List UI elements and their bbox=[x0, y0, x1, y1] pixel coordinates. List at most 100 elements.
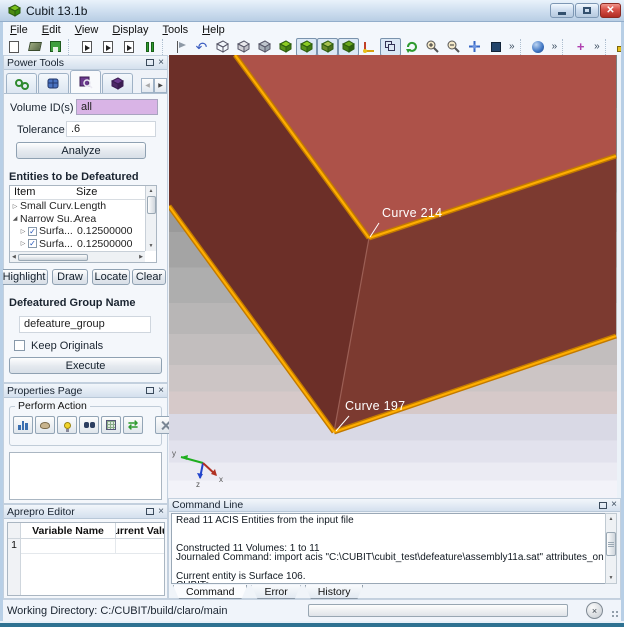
power-tools-header[interactable]: Power Tools × bbox=[4, 56, 167, 70]
axis-toggle-icon[interactable] bbox=[359, 38, 380, 56]
console-output[interactable]: Read 11 ACIS Entities from the input fil… bbox=[171, 513, 607, 584]
column-variable-name[interactable]: Variable Name bbox=[21, 523, 116, 538]
close-panel-icon[interactable]: × bbox=[158, 386, 164, 396]
vertex-overflow-icon[interactable]: » bbox=[591, 41, 603, 52]
scroll-up-icon[interactable]: ▲ bbox=[149, 186, 154, 196]
close-panel-icon[interactable]: × bbox=[611, 500, 617, 510]
table-horizontal-scrollbar[interactable]: ◀ ▶ bbox=[10, 251, 145, 262]
view-wireframe-icon[interactable] bbox=[212, 38, 233, 56]
close-button[interactable]: ✕ bbox=[600, 3, 621, 18]
tab-scroll-left[interactable]: ◀ bbox=[141, 78, 154, 93]
console-scrollbar[interactable]: ▲ ▼ bbox=[605, 513, 617, 584]
graphics-viewport[interactable]: x y z Curve 214 Curve 197 bbox=[169, 55, 617, 498]
collapsed-expander-icon[interactable]: ▷ bbox=[10, 203, 20, 210]
expanded-expander-icon[interactable]: ◢ bbox=[10, 215, 20, 222]
mesh-grid-icon[interactable] bbox=[101, 416, 121, 434]
execute-button[interactable]: Execute bbox=[9, 357, 162, 374]
row-number[interactable]: 1 bbox=[8, 539, 21, 595]
view-meshed-icon[interactable] bbox=[317, 38, 338, 56]
collapsed-expander-icon[interactable]: ▷ bbox=[18, 228, 28, 235]
row-checkbox[interactable]: ✓ bbox=[28, 239, 37, 248]
open-file-icon[interactable] bbox=[24, 38, 45, 56]
pan-icon[interactable] bbox=[464, 38, 485, 56]
scroll-right-icon[interactable]: ▶ bbox=[139, 252, 145, 262]
tolerance-input[interactable]: .6 bbox=[66, 121, 156, 137]
value-cell[interactable] bbox=[116, 539, 164, 554]
table-vertical-scrollbar[interactable]: ▲ ▼ bbox=[145, 186, 156, 251]
table-row[interactable]: ▷ ✓ Surfa... 0.12500000 bbox=[10, 225, 156, 238]
scroll-down-icon[interactable]: ▼ bbox=[149, 241, 154, 251]
volume-id-input[interactable]: all bbox=[76, 99, 158, 115]
scroll-left-icon[interactable]: ◀ bbox=[10, 252, 16, 262]
close-panel-icon[interactable]: × bbox=[158, 58, 164, 68]
maximize-button[interactable] bbox=[575, 3, 599, 18]
aprepro-table[interactable]: Variable Name Current Value 1 bbox=[7, 522, 165, 596]
view-hiddenline-icon[interactable] bbox=[233, 38, 254, 56]
geometry-sphere-icon[interactable] bbox=[528, 38, 549, 56]
properties-content-area[interactable] bbox=[9, 452, 162, 500]
float-panel-icon[interactable] bbox=[599, 502, 607, 509]
highlight-button[interactable]: Highlight bbox=[0, 269, 48, 285]
zoom-in-icon[interactable] bbox=[422, 38, 443, 56]
lightbulb-icon[interactable] bbox=[57, 416, 77, 434]
menu-view[interactable]: View bbox=[68, 24, 106, 36]
keep-originals-checkbox[interactable] bbox=[14, 340, 25, 351]
journal-editor-icon[interactable] bbox=[76, 38, 97, 56]
view-transparent-icon[interactable] bbox=[254, 38, 275, 56]
new-file-icon[interactable] bbox=[3, 38, 24, 56]
scroll-thumb[interactable] bbox=[147, 196, 156, 214]
scroll-thumb[interactable] bbox=[606, 532, 616, 556]
menu-display[interactable]: Display bbox=[105, 24, 155, 36]
properties-page-header[interactable]: Properties Page × bbox=[4, 384, 167, 398]
view-smoothshade-icon[interactable] bbox=[296, 38, 317, 56]
tab-defeature-tool[interactable] bbox=[70, 70, 101, 93]
aprepro-editor-header[interactable]: Aprepro Editor × bbox=[4, 505, 167, 519]
geometry-overflow-icon[interactable]: » bbox=[549, 41, 561, 52]
menu-file[interactable]: File bbox=[3, 24, 35, 36]
entities-table[interactable]: Item Size ▷ Small Curv... Length ◢ Narro… bbox=[9, 185, 157, 263]
sync-icon[interactable]: ⇄ bbox=[123, 416, 143, 434]
tab-mesh-tool[interactable] bbox=[38, 73, 69, 93]
column-current-value[interactable]: Current Value bbox=[116, 523, 164, 538]
tab-error[interactable]: Error bbox=[251, 585, 300, 599]
view-composite-icon[interactable] bbox=[338, 38, 359, 56]
copy-view-icon[interactable] bbox=[380, 38, 401, 56]
flag-icon[interactable] bbox=[170, 38, 191, 56]
collapsed-expander-icon[interactable]: ▷ bbox=[18, 240, 28, 247]
pause-icon[interactable] bbox=[139, 38, 160, 56]
menu-edit[interactable]: Edit bbox=[35, 24, 68, 36]
toolbar-overflow-icon[interactable]: » bbox=[506, 41, 518, 52]
row-checkbox[interactable]: ✓ bbox=[28, 227, 37, 236]
view-shaded-icon[interactable] bbox=[275, 38, 296, 56]
aprepro-table-header[interactable]: Variable Name Current Value bbox=[8, 523, 164, 539]
tab-command[interactable]: Command bbox=[173, 585, 247, 599]
tab-itm-tool[interactable] bbox=[102, 73, 133, 93]
hand-icon[interactable] bbox=[35, 416, 55, 434]
tab-scroll-right[interactable]: ▶ bbox=[154, 78, 167, 93]
entity-properties-icon[interactable] bbox=[13, 416, 33, 434]
locate-button[interactable]: Locate bbox=[92, 269, 130, 285]
table-row[interactable]: ▷ ✓ Surfa... 0.12500000 bbox=[10, 238, 156, 251]
column-size[interactable]: Size bbox=[72, 186, 97, 199]
zoom-box-icon[interactable] bbox=[485, 38, 506, 56]
close-panel-icon[interactable]: × bbox=[158, 507, 164, 517]
analyze-button[interactable]: Analyze bbox=[16, 142, 146, 159]
draw-button[interactable]: Draw bbox=[52, 269, 88, 285]
float-panel-icon[interactable] bbox=[146, 508, 154, 515]
menu-help[interactable]: Help bbox=[195, 24, 232, 36]
play-journal-icon[interactable] bbox=[97, 38, 118, 56]
command-line-header[interactable]: Command Line × bbox=[169, 499, 620, 512]
group-name-input[interactable]: defeature_group bbox=[19, 316, 151, 333]
table-row[interactable]: ◢ Narrow Su... Area bbox=[10, 213, 156, 226]
title-bar[interactable]: Cubit 13.1b ✕ bbox=[0, 0, 624, 22]
binoculars-icon[interactable] bbox=[79, 416, 99, 434]
refresh-graphics-icon[interactable] bbox=[401, 38, 422, 56]
minimize-button[interactable] bbox=[550, 3, 574, 18]
scroll-down-icon[interactable]: ▼ bbox=[609, 573, 614, 583]
column-item[interactable]: Item bbox=[10, 186, 72, 199]
float-panel-icon[interactable] bbox=[146, 387, 154, 394]
zoom-out-icon[interactable] bbox=[443, 38, 464, 56]
interrupt-button[interactable]: × bbox=[586, 602, 603, 619]
menu-tools[interactable]: Tools bbox=[155, 24, 195, 36]
table-row[interactable]: ▷ Small Curv... Length bbox=[10, 200, 156, 213]
